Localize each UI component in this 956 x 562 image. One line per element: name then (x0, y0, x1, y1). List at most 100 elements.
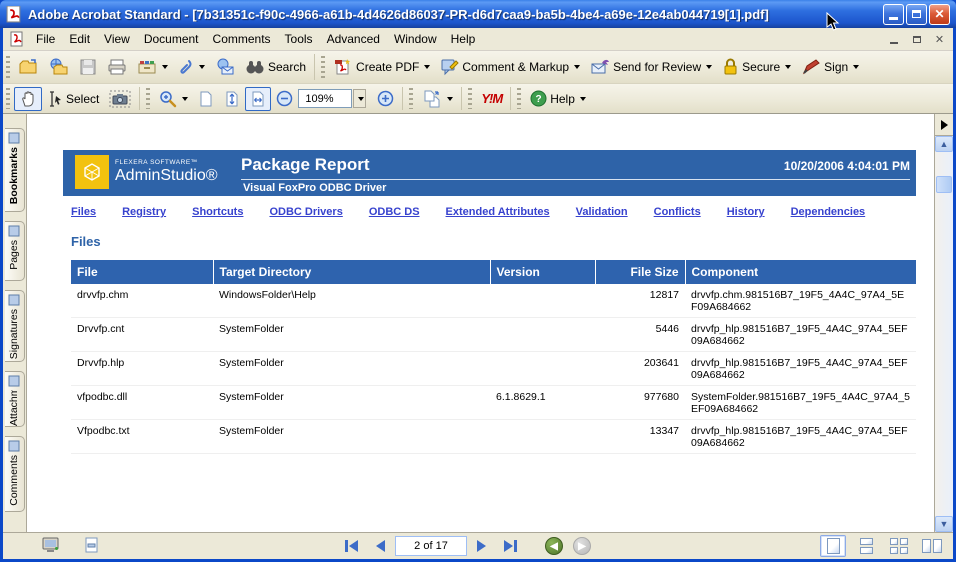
zoom-level-input[interactable]: 109% (298, 89, 352, 108)
next-page-button[interactable] (477, 540, 486, 552)
page-navigation: 2 of 17 ◀ ▶ (345, 536, 591, 556)
fit-width-button[interactable] (245, 87, 271, 111)
first-page-button[interactable] (345, 540, 358, 552)
menu-item[interactable]: Help (444, 29, 483, 49)
scroll-up-button[interactable]: ▲ (935, 136, 953, 152)
print-button[interactable] (102, 55, 132, 79)
sign-pen-icon (801, 58, 821, 76)
close-button[interactable]: ✕ (929, 4, 950, 25)
single-page-icon (827, 538, 840, 554)
previous-view-button[interactable] (417, 87, 458, 111)
toolbar-grip[interactable] (146, 88, 150, 108)
nav-panel-tab[interactable]: Signatures (5, 290, 25, 362)
zoom-level-dropdown[interactable] (353, 89, 366, 108)
last-page-icon (514, 540, 517, 552)
nav-panel-tab[interactable]: Pages (5, 221, 25, 281)
send-for-review-button[interactable]: Send for Review (585, 55, 717, 79)
doc-minimize-button[interactable] (886, 33, 901, 46)
report-nav-link[interactable]: ODBC DS (369, 206, 420, 218)
page-indicator-input[interactable]: 2 of 17 (395, 536, 467, 556)
report-nav-link[interactable]: Validation (576, 206, 628, 218)
paperclip-icon (178, 58, 194, 76)
report-nav-link[interactable]: Dependencies (791, 206, 866, 218)
report-nav-link[interactable]: History (727, 206, 765, 218)
restore-button[interactable] (906, 4, 927, 25)
single-page-layout-button[interactable] (820, 535, 846, 557)
toolbar-grip[interactable] (409, 88, 413, 108)
continuous-facing-layout-button[interactable] (886, 535, 912, 557)
nav-tab-label: Signatures (8, 309, 20, 359)
continuous-layout-button[interactable] (853, 535, 879, 557)
toolbar-grip[interactable] (321, 56, 325, 78)
cell-file: Drvvfp.cnt (71, 318, 213, 352)
previous-view-history-button[interactable]: ◀ (545, 537, 563, 555)
help-button[interactable]: ? Help (525, 87, 591, 110)
snapshot-tool-button[interactable] (104, 87, 136, 111)
search-button[interactable]: Search (240, 56, 311, 78)
menu-item[interactable]: Tools (278, 29, 320, 49)
save-button[interactable] (74, 55, 102, 79)
menu-item[interactable]: Document (137, 29, 206, 49)
menu-item[interactable]: Advanced (320, 29, 387, 49)
yahoo-messenger-button[interactable]: Y!M (476, 88, 507, 109)
comment-markup-button[interactable]: Comment & Markup (435, 55, 585, 79)
report-nav-link[interactable]: Files (71, 206, 96, 218)
sign-button[interactable]: Sign (796, 55, 864, 79)
doc-restore-button[interactable] (909, 33, 924, 46)
toolbar-grip[interactable] (468, 88, 472, 108)
page-size-icon[interactable] (84, 537, 99, 554)
hand-tool-button[interactable] (14, 87, 42, 111)
report-nav-link[interactable]: Extended Attributes (446, 206, 550, 218)
nav-panel-tab[interactable]: Comments (5, 436, 25, 512)
organizer-button[interactable] (132, 55, 173, 79)
menu-item[interactable]: File (29, 29, 62, 49)
nav-panel-tab[interactable]: Bookmarks (5, 128, 25, 212)
scrollbar-thumb[interactable] (936, 176, 952, 193)
toolbar-grip[interactable] (6, 88, 10, 108)
fit-page-button[interactable] (219, 87, 245, 111)
pane-toggle-button[interactable] (935, 114, 953, 136)
minimize-button[interactable] (883, 4, 904, 25)
document-status-icon[interactable] (41, 537, 60, 554)
cell-file-size: 13347 (595, 420, 685, 454)
menu-item[interactable]: Edit (62, 29, 97, 49)
scroll-down-button[interactable]: ▼ (935, 516, 953, 532)
menu-item[interactable]: View (97, 29, 137, 49)
menu-item[interactable]: Comments (206, 29, 278, 49)
menu-item[interactable]: Window (387, 29, 444, 49)
report-nav-link[interactable]: Shortcuts (192, 206, 243, 218)
attach-button[interactable] (173, 55, 210, 79)
secure-button[interactable]: Secure (717, 55, 796, 79)
previous-page-button[interactable] (376, 540, 385, 552)
navigation-tab-strip: Bookmarks Pages Signatures (3, 114, 27, 532)
last-page-button[interactable] (504, 540, 517, 552)
report-nav-link[interactable]: Registry (122, 206, 166, 218)
email-button[interactable] (210, 55, 240, 79)
report-nav-link[interactable]: ODBC Drivers (269, 206, 342, 218)
scrollbar-track[interactable] (935, 152, 953, 516)
report-nav-link[interactable]: Conflicts (654, 206, 701, 218)
send-review-caret-icon (706, 65, 712, 69)
facing-layout-button[interactable] (919, 535, 945, 557)
first-page-arrow-icon (349, 540, 358, 552)
table-row: Vfpodbc.txt SystemFolder 13347 drvvfp_hl… (71, 420, 916, 454)
doc-close-button[interactable]: ✕ (932, 33, 947, 46)
lock-icon (722, 58, 739, 76)
first-page-icon (345, 540, 348, 552)
zoom-tool-button[interactable] (154, 87, 193, 111)
zoom-in-button[interactable] (372, 87, 399, 110)
next-view-history-button[interactable]: ▶ (573, 537, 591, 555)
toolbar-grip[interactable] (517, 88, 521, 108)
cell-component: drvvfp_hlp.981516B7_19F5_4A4C_97A4_5EF09… (685, 352, 916, 386)
create-pdf-button[interactable]: Create PDF (329, 55, 435, 79)
open-web-button[interactable] (44, 55, 74, 79)
toolbar-separator (402, 87, 403, 110)
zoom-out-button[interactable] (271, 87, 298, 110)
document-pane[interactable]: FLEXERA SOFTWARE™ AdminStudio® Package R… (27, 114, 934, 532)
open-button[interactable] (14, 55, 44, 79)
toolbar-grip[interactable] (6, 56, 10, 78)
select-tool-button[interactable]: Select (42, 88, 104, 110)
nav-panel-tab[interactable]: Attachments (5, 371, 25, 427)
vertical-scrollbar[interactable]: ▲ ▼ (935, 136, 953, 532)
actual-size-button[interactable] (193, 87, 219, 111)
